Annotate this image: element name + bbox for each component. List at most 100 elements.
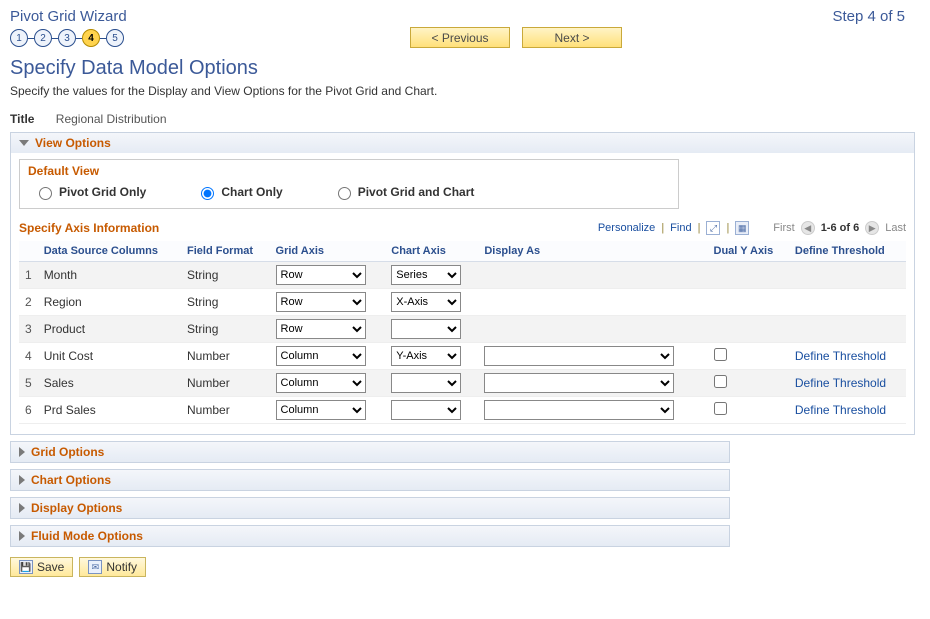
- caret-down-icon: [19, 140, 29, 146]
- notify-icon: ✉: [88, 560, 102, 574]
- col-grid-axis: Grid Axis: [270, 241, 386, 262]
- grid-axis-select[interactable]: Row: [276, 292, 366, 312]
- page-range: 1-6 of 6: [821, 222, 860, 234]
- option-chart-only[interactable]: Chart Only: [196, 184, 282, 200]
- find-link[interactable]: Find: [670, 222, 691, 234]
- caret-right-icon: [19, 531, 25, 541]
- view-options-section: View Options Default View Pivot Grid Onl…: [10, 132, 915, 435]
- title-label: Title: [10, 112, 34, 126]
- table-row: 1MonthStringRowSeries: [19, 262, 906, 289]
- notify-label: Notify: [106, 560, 137, 574]
- table-row: 4Unit CostNumberColumnY-AxisDefine Thres…: [19, 343, 906, 370]
- last-link[interactable]: Last: [885, 222, 906, 234]
- grid-axis-select[interactable]: Row: [276, 265, 366, 285]
- radio-chart-only-label: Chart Only: [221, 185, 282, 199]
- data-source-cell: Month: [38, 262, 181, 289]
- notify-button[interactable]: ✉ Notify: [79, 557, 146, 577]
- chart-axis-select[interactable]: [391, 319, 461, 339]
- download-icon[interactable]: ▦: [735, 221, 749, 235]
- display-options-header[interactable]: Display Options: [11, 498, 729, 518]
- chart-axis-select[interactable]: X-Axis: [391, 292, 461, 312]
- grid-axis-select[interactable]: Column: [276, 400, 366, 420]
- default-view-title: Default View: [20, 160, 678, 184]
- dual-y-checkbox[interactable]: [714, 402, 727, 415]
- next-button[interactable]: Next >: [522, 27, 622, 48]
- page-heading: Specify Data Model Options: [10, 57, 920, 80]
- prev-page-icon[interactable]: ◀: [801, 221, 815, 235]
- define-threshold-link[interactable]: Define Threshold: [795, 376, 886, 390]
- data-source-cell: Unit Cost: [38, 343, 181, 370]
- define-threshold-link[interactable]: Define Threshold: [795, 403, 886, 417]
- table-row: 6Prd SalesNumberColumnDefine Threshold: [19, 397, 906, 424]
- view-options-header[interactable]: View Options: [11, 133, 914, 153]
- step-5[interactable]: 5: [106, 29, 124, 47]
- table-row: 5SalesNumberColumnDefine Threshold: [19, 370, 906, 397]
- data-source-cell: Prd Sales: [38, 397, 181, 424]
- radio-both-label: Pivot Grid and Chart: [358, 185, 475, 199]
- display-as-select[interactable]: [484, 346, 674, 366]
- dual-y-checkbox[interactable]: [714, 375, 727, 388]
- display-options-title: Display Options: [31, 501, 122, 515]
- fluid-mode-options-title: Fluid Mode Options: [31, 529, 143, 543]
- radio-pivot-only[interactable]: [39, 187, 52, 200]
- caret-right-icon: [19, 447, 25, 457]
- display-options-section: Display Options: [10, 497, 730, 519]
- caret-right-icon: [19, 475, 25, 485]
- page-subtitle: Specify the values for the Display and V…: [10, 84, 920, 98]
- grid-axis-select[interactable]: Row: [276, 319, 366, 339]
- personalize-link[interactable]: Personalize: [598, 222, 655, 234]
- zoom-icon[interactable]: ⤢: [706, 221, 720, 235]
- caret-right-icon: [19, 503, 25, 513]
- table-row: 3ProductStringRow: [19, 316, 906, 343]
- title-value: Regional Distribution: [56, 112, 167, 126]
- define-threshold-link[interactable]: Define Threshold: [795, 349, 886, 363]
- grid-axis-select[interactable]: Column: [276, 346, 366, 366]
- data-source-cell: Region: [38, 289, 181, 316]
- save-button[interactable]: 💾 Save: [10, 557, 73, 577]
- radio-both[interactable]: [338, 187, 351, 200]
- default-view-box: Default View Pivot Grid Only Chart Only …: [19, 159, 679, 209]
- radio-chart-only[interactable]: [201, 187, 214, 200]
- view-options-title: View Options: [35, 136, 111, 150]
- previous-button[interactable]: < Previous: [410, 27, 510, 48]
- grid-tools: Personalize | Find | ⤢ | ▦ First ◀ 1-6 o…: [598, 221, 906, 235]
- step-indicator: Step 4 of 5: [832, 8, 920, 25]
- chart-options-section: Chart Options: [10, 469, 730, 491]
- grid-options-title: Grid Options: [31, 445, 104, 459]
- chart-options-header[interactable]: Chart Options: [11, 470, 729, 490]
- col-field-format: Field Format: [181, 241, 270, 262]
- step-4[interactable]: 4: [82, 29, 100, 47]
- table-row: 2RegionStringRowX-Axis: [19, 289, 906, 316]
- chart-axis-select[interactable]: Y-Axis: [391, 346, 461, 366]
- grid-options-header[interactable]: Grid Options: [11, 442, 729, 462]
- grid-options-section: Grid Options: [10, 441, 730, 463]
- step-3[interactable]: 3: [58, 29, 76, 47]
- col-chart-axis: Chart Axis: [385, 241, 478, 262]
- field-format-cell: Number: [181, 343, 270, 370]
- next-page-icon[interactable]: ▶: [865, 221, 879, 235]
- step-2[interactable]: 2: [34, 29, 52, 47]
- data-source-cell: Sales: [38, 370, 181, 397]
- chart-axis-select[interactable]: [391, 400, 461, 420]
- option-both[interactable]: Pivot Grid and Chart: [333, 184, 475, 200]
- save-label: Save: [37, 560, 64, 574]
- chart-axis-select[interactable]: Series: [391, 265, 461, 285]
- display-as-select[interactable]: [484, 373, 674, 393]
- option-pivot-only[interactable]: Pivot Grid Only: [34, 184, 146, 200]
- step-circles: 1 2 3 4 5: [10, 29, 124, 47]
- data-source-cell: Product: [38, 316, 181, 343]
- chart-options-title: Chart Options: [31, 473, 111, 487]
- dual-y-checkbox[interactable]: [714, 348, 727, 361]
- col-dual-y: Dual Y Axis: [708, 241, 789, 262]
- radio-pivot-only-label: Pivot Grid Only: [59, 185, 146, 199]
- fluid-mode-options-section: Fluid Mode Options: [10, 525, 730, 547]
- chart-axis-select[interactable]: [391, 373, 461, 393]
- display-as-select[interactable]: [484, 400, 674, 420]
- col-define-threshold: Define Threshold: [789, 241, 906, 262]
- save-icon: 💾: [19, 560, 33, 574]
- first-link[interactable]: First: [773, 222, 794, 234]
- col-data-source: Data Source Columns: [38, 241, 181, 262]
- grid-axis-select[interactable]: Column: [276, 373, 366, 393]
- fluid-mode-options-header[interactable]: Fluid Mode Options: [11, 526, 729, 546]
- step-1[interactable]: 1: [10, 29, 28, 47]
